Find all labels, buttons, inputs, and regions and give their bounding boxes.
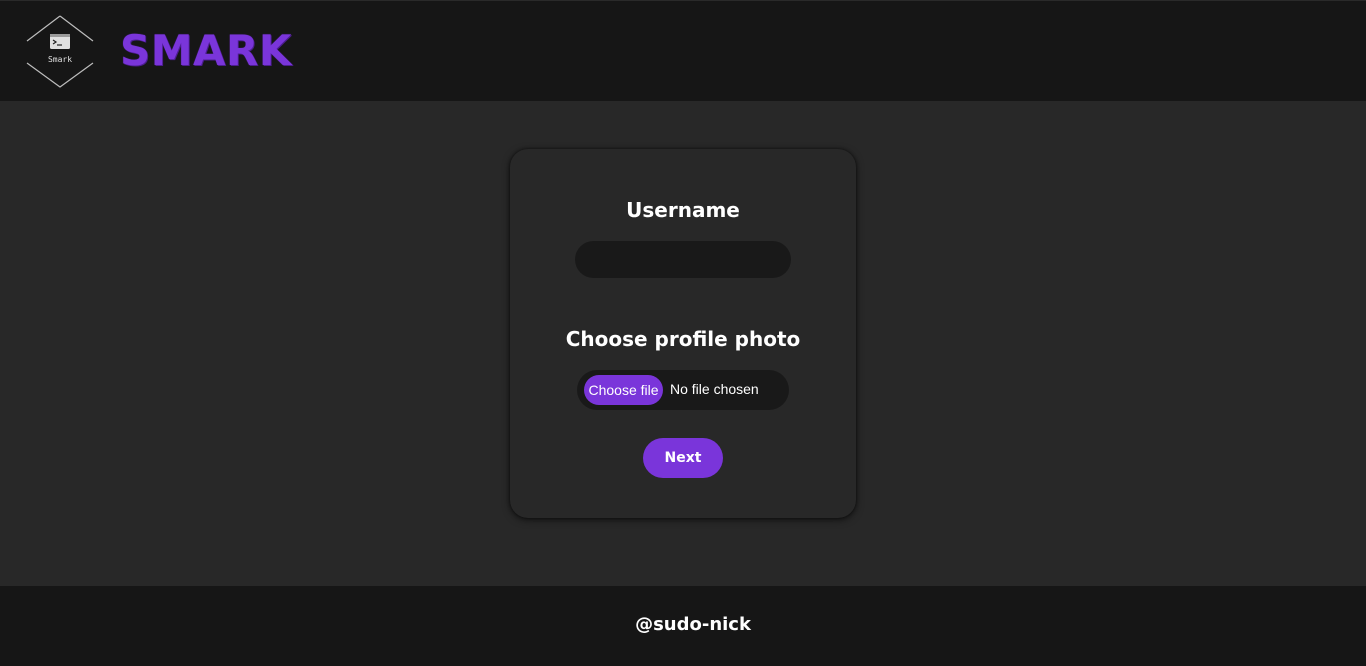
site-header: Smark SMARK bbox=[0, 0, 1366, 101]
profile-setup-card: Username Choose profile photo Choose fil… bbox=[510, 149, 856, 518]
username-input[interactable] bbox=[575, 241, 791, 278]
next-button[interactable]: Next bbox=[643, 438, 723, 478]
profile-photo-label: Choose profile photo bbox=[565, 327, 801, 351]
file-input[interactable]: Choose file No file chosen bbox=[577, 370, 789, 410]
main-content: Username Choose profile photo Choose fil… bbox=[0, 101, 1366, 586]
terminal-icon bbox=[50, 34, 70, 49]
logo-text: Smark bbox=[48, 55, 72, 64]
file-status-text: No file chosen bbox=[670, 381, 759, 397]
logo-diamond-icon: Smark bbox=[26, 15, 94, 88]
choose-file-button[interactable]: Choose file bbox=[584, 375, 663, 405]
logo[interactable]: Smark bbox=[26, 15, 94, 88]
username-label: Username bbox=[626, 198, 740, 222]
site-footer: @sudo-nick bbox=[0, 586, 1366, 666]
brand-title[interactable]: SMARK bbox=[120, 25, 292, 77]
footer-credit: @sudo-nick bbox=[635, 614, 751, 635]
